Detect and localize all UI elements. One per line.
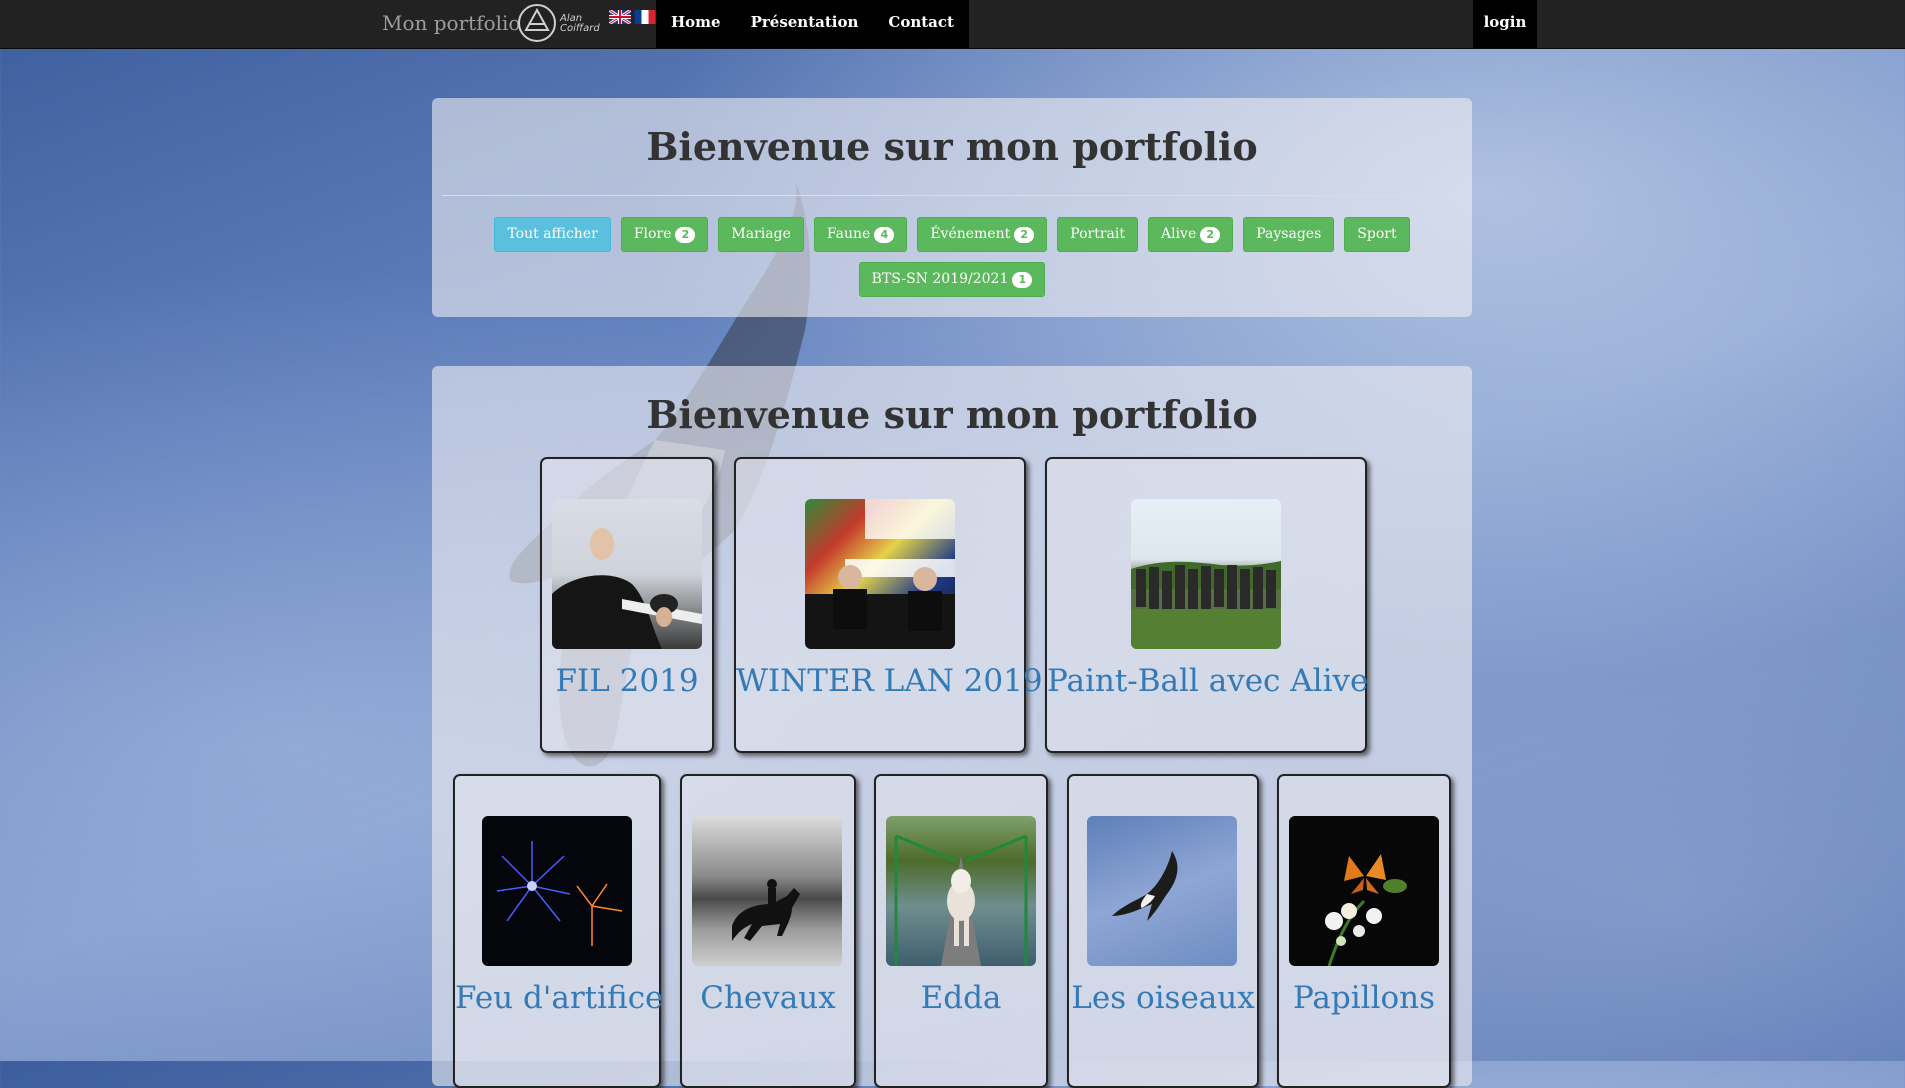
nav-home-link[interactable]: Home bbox=[656, 0, 736, 48]
album-title[interactable]: Paint-Ball avec Alive bbox=[1047, 663, 1368, 699]
gallery-panel-title: Bienvenue sur mon portfolio bbox=[646, 392, 1258, 437]
album-thumbnail[interactable] bbox=[552, 499, 702, 649]
album-card-edda[interactable]: Edda bbox=[874, 774, 1048, 1088]
filter-sport-button[interactable]: Sport bbox=[1344, 217, 1410, 252]
album-thumbnail[interactable] bbox=[482, 816, 632, 966]
album-title[interactable]: Papillons bbox=[1279, 980, 1449, 1016]
french-flag-icon[interactable] bbox=[634, 10, 656, 24]
count-badge: 1 bbox=[1012, 271, 1033, 288]
top-navbar: Mon portfolio Alan Coiffard Home Présent… bbox=[0, 0, 1905, 49]
filter-all-button[interactable]: Tout afficher bbox=[494, 217, 611, 252]
filter-bts-sn-button[interactable]: BTS-SN 2019/2021 1 bbox=[858, 262, 1046, 297]
album-thumbnail[interactable] bbox=[1087, 816, 1237, 966]
count-badge: 2 bbox=[1200, 226, 1221, 243]
album-title[interactable]: Feu d'artifice bbox=[455, 980, 663, 1016]
logo-text: Alan Coiffard bbox=[560, 13, 600, 34]
nav-presentation-link[interactable]: Présentation bbox=[736, 0, 874, 48]
album-title[interactable]: WINTER LAN 2019 bbox=[736, 663, 1043, 699]
camera-aperture-icon bbox=[518, 4, 556, 42]
album-card-winter-lan-2019[interactable]: WINTER LAN 2019 bbox=[734, 457, 1043, 753]
count-badge: 2 bbox=[1014, 226, 1035, 243]
filter-flore-button[interactable]: Flore 2 bbox=[620, 217, 709, 252]
album-title[interactable]: FIL 2019 bbox=[542, 663, 712, 699]
photographer-logo[interactable]: Alan Coiffard bbox=[516, 2, 606, 44]
filter-paysages-button[interactable]: Paysages bbox=[1243, 217, 1335, 252]
filter-faune-button[interactable]: Faune 4 bbox=[813, 217, 908, 252]
nav-links: Home Présentation Contact bbox=[656, 0, 969, 48]
album-title[interactable]: Chevaux bbox=[682, 980, 854, 1016]
filter-portrait-button[interactable]: Portrait bbox=[1057, 217, 1138, 252]
album-card-chevaux[interactable]: Chevaux bbox=[680, 774, 856, 1088]
album-thumbnail[interactable] bbox=[1131, 499, 1281, 649]
album-thumbnail[interactable] bbox=[886, 816, 1036, 966]
album-title[interactable]: Les oiseaux bbox=[1069, 980, 1257, 1016]
album-card-papillons[interactable]: Papillons bbox=[1277, 774, 1451, 1088]
count-badge: 2 bbox=[675, 226, 696, 243]
album-thumbnail[interactable] bbox=[1289, 816, 1439, 966]
login-link[interactable]: login bbox=[1473, 0, 1537, 48]
album-card-fil-2019[interactable]: FIL 2019 bbox=[540, 457, 714, 753]
filter-mariage-button[interactable]: Mariage bbox=[718, 217, 804, 252]
album-thumbnail[interactable] bbox=[805, 499, 955, 649]
category-filters: Tout afficher Flore 2 Mariage Faune 4 Évén… bbox=[432, 217, 1472, 307]
panel-divider bbox=[442, 195, 1462, 196]
brand-title[interactable]: Mon portfolio bbox=[382, 0, 520, 48]
album-card-paint-ball-alive[interactable]: Paint-Ball avec Alive bbox=[1045, 457, 1368, 753]
count-badge: 4 bbox=[874, 226, 895, 243]
album-card-les-oiseaux[interactable]: Les oiseaux bbox=[1067, 774, 1259, 1088]
filters-panel: Bienvenue sur mon portfolio Tout affiche… bbox=[432, 98, 1472, 317]
album-title[interactable]: Edda bbox=[876, 980, 1046, 1016]
album-card-feu-artifice[interactable]: Feu d'artifice bbox=[453, 774, 663, 1088]
filter-evenement-button[interactable]: Événement 2 bbox=[917, 217, 1048, 252]
nav-contact-link[interactable]: Contact bbox=[873, 0, 969, 48]
filter-alive-button[interactable]: Alive 2 bbox=[1147, 217, 1234, 252]
album-thumbnail[interactable] bbox=[692, 816, 842, 966]
english-flag-icon[interactable] bbox=[609, 10, 631, 24]
filters-panel-title: Bienvenue sur mon portfolio bbox=[646, 124, 1258, 169]
